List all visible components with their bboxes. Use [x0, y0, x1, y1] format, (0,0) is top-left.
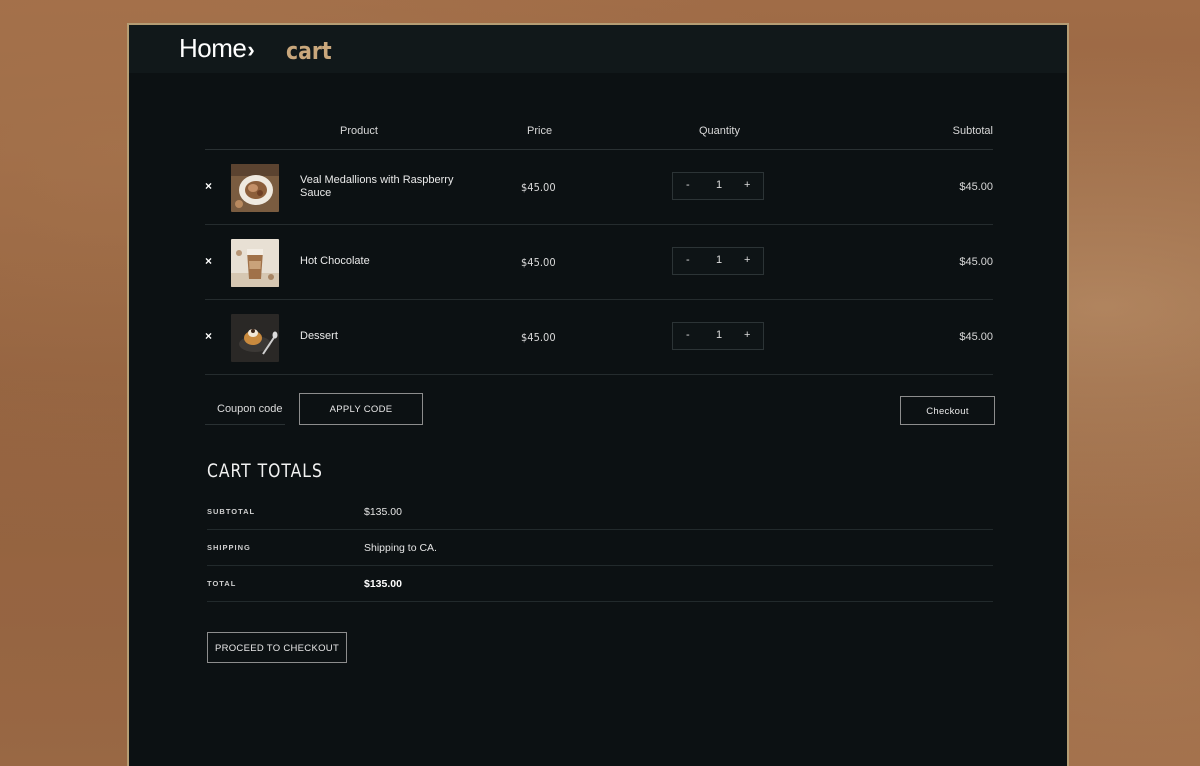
header-quantity: Quantity — [699, 125, 740, 137]
quantity-stepper: - 1 + — [672, 322, 764, 350]
quantity-input[interactable]: 1 — [716, 254, 722, 266]
quantity-input[interactable]: 1 — [716, 179, 722, 191]
totals-row-shipping: SHIPPING Shipping to CA. — [207, 530, 993, 566]
quantity-input[interactable]: 1 — [716, 329, 722, 341]
coupon-code-input[interactable]: Coupon code — [205, 393, 285, 425]
totals-row-subtotal: SUBTOTAL $135.00 — [207, 494, 993, 530]
totals-row-total: TOTAL $135.00 — [207, 566, 993, 602]
subtotal-label: SUBTOTAL — [207, 507, 256, 516]
chevron-right-icon: › — [247, 37, 255, 62]
quantity-stepper: - 1 + — [672, 247, 764, 275]
decrease-quantity-button[interactable]: - — [686, 329, 690, 341]
shipping-label: SHIPPING — [207, 543, 251, 552]
cart-totals-table: SUBTOTAL $135.00 SHIPPING Shipping to CA… — [207, 494, 993, 602]
breadcrumb-home-link[interactable]: Home› — [179, 33, 255, 64]
subtotal-value: $135.00 — [364, 506, 402, 518]
cart-table: Product Price Quantity Subtotal × Veal M… — [205, 118, 995, 435]
product-price: $45.00 — [521, 181, 556, 194]
increase-quantity-button[interactable]: + — [744, 254, 750, 266]
table-row: × Dessert $45.00 - 1 + $45.00 — [205, 300, 993, 375]
total-value: $135.00 — [364, 578, 402, 590]
apply-code-button[interactable]: APPLY CODE — [299, 393, 423, 425]
row-subtotal: $45.00 — [959, 256, 993, 268]
header-product: Product — [340, 125, 378, 137]
remove-item-button[interactable]: × — [205, 179, 212, 193]
remove-item-button[interactable]: × — [205, 329, 212, 343]
coupon-row: Coupon code APPLY CODE Checkout — [205, 375, 995, 435]
decrease-quantity-button[interactable]: - — [686, 254, 690, 266]
checkout-button[interactable]: Checkout — [900, 396, 995, 425]
remove-item-button[interactable]: × — [205, 254, 212, 268]
quantity-stepper: - 1 + — [672, 172, 764, 200]
decrease-quantity-button[interactable]: - — [686, 179, 690, 191]
product-price: $45.00 — [521, 331, 556, 344]
table-row: × Hot Chocolate $45.00 - 1 + $45.00 — [205, 225, 993, 300]
product-thumbnail[interactable] — [231, 239, 279, 287]
header-price: Price — [527, 125, 553, 137]
row-subtotal: $45.00 — [959, 181, 993, 193]
breadcrumb-home-label: Home — [179, 33, 247, 63]
total-label: TOTAL — [207, 579, 237, 588]
proceed-to-checkout-button[interactable]: PROCEED TO CHECKOUT — [207, 632, 347, 663]
cart-totals-title: CART TOTALS — [207, 460, 323, 482]
product-price: $45.00 — [521, 256, 556, 269]
table-row: × Veal Medallions with Raspberry Sauce $… — [205, 150, 993, 225]
shipping-value: Shipping to CA. — [364, 542, 437, 554]
table-header: Product Price Quantity Subtotal — [205, 118, 993, 150]
product-name-link[interactable]: Veal Medallions with Raspberry Sauce — [300, 174, 480, 200]
breadcrumb: Home› cart — [129, 25, 1067, 73]
product-thumbnail[interactable] — [231, 164, 279, 212]
product-name-link[interactable]: Dessert — [300, 330, 480, 343]
product-name-link[interactable]: Hot Chocolate — [300, 255, 480, 268]
row-subtotal: $45.00 — [959, 331, 993, 343]
header-subtotal: Subtotal — [952, 125, 993, 137]
increase-quantity-button[interactable]: + — [744, 329, 750, 341]
product-thumbnail[interactable] — [231, 314, 279, 362]
breadcrumb-current: cart — [286, 37, 332, 65]
increase-quantity-button[interactable]: + — [744, 179, 750, 191]
